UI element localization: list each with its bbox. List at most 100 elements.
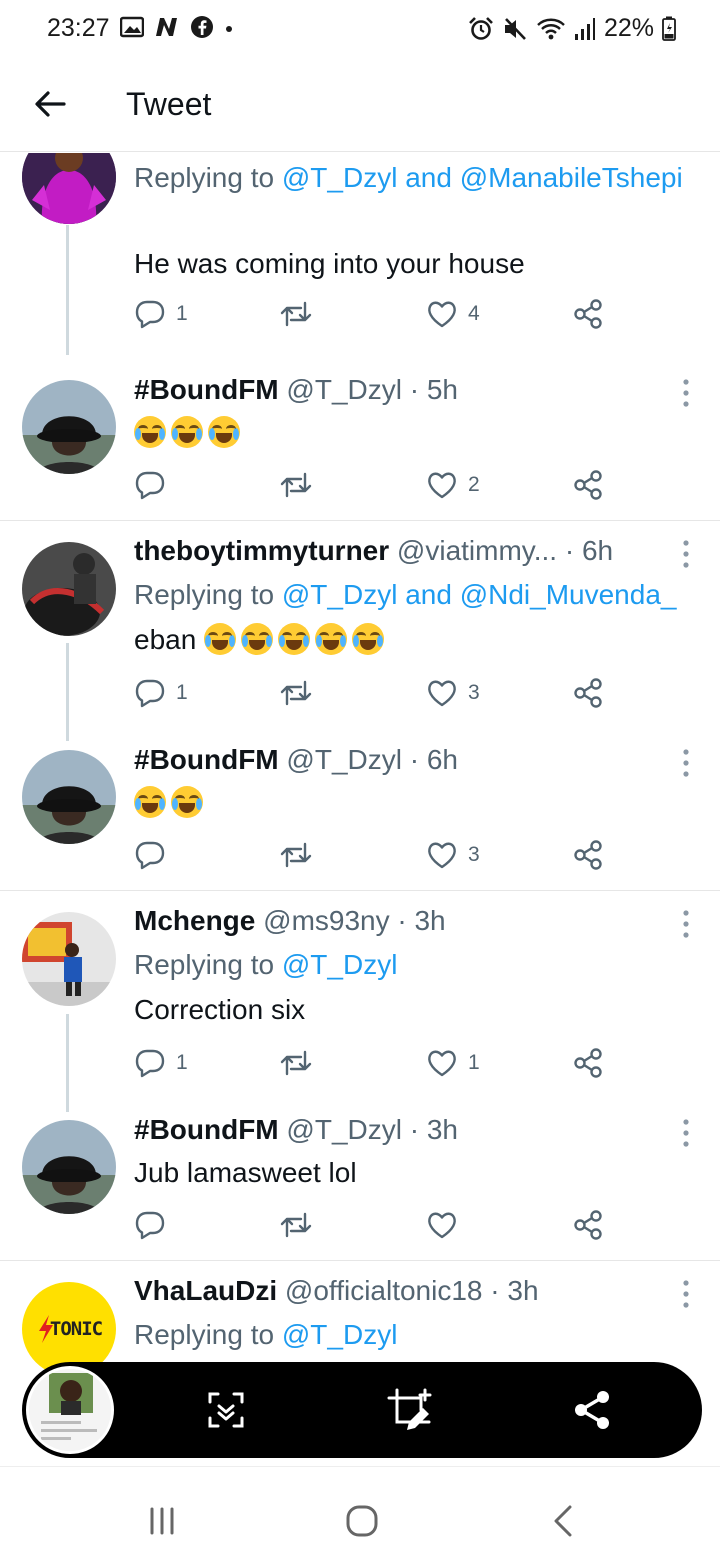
mention-link[interactable]: @T_Dzyl and @Ndi_Muvenda_	[282, 579, 677, 610]
more-vertical-icon[interactable]	[676, 748, 696, 778]
more-vertical-icon[interactable]	[676, 909, 696, 939]
share-button[interactable]	[572, 673, 604, 713]
more-vertical-icon[interactable]	[676, 378, 696, 408]
facebook-icon	[191, 16, 213, 38]
back-arrow-icon[interactable]	[30, 84, 70, 124]
tweet-text: Correction six	[134, 994, 306, 1025]
heart-icon	[428, 472, 456, 499]
tweet-item[interactable]: #BoundFM @T_Dzyl · 3h Jub lamasweet lol	[0, 1097, 720, 1261]
retweet-button[interactable]	[279, 673, 313, 713]
tweet-text: Jub lamasweet lol	[134, 1157, 357, 1188]
more-vertical-icon[interactable]	[676, 539, 696, 569]
like-button[interactable]: 2	[426, 465, 480, 505]
screenshot-toolbar	[22, 1362, 702, 1458]
tweet-actions: 2	[134, 465, 614, 505]
like-button[interactable]: 4	[426, 294, 480, 334]
notification-icons	[120, 15, 234, 39]
like-button[interactable]: 3	[426, 673, 480, 713]
avatar[interactable]	[22, 380, 116, 474]
battery-icon	[662, 16, 676, 41]
system-nav-bar	[0, 1466, 720, 1560]
retweet-button[interactable]	[279, 294, 313, 334]
heart-icon	[428, 842, 456, 869]
mention-link[interactable]: @T_Dzyl	[282, 1319, 398, 1350]
nav-back-icon[interactable]	[542, 1499, 586, 1543]
crop-edit-icon[interactable]	[385, 1386, 433, 1434]
avatar[interactable]	[22, 542, 116, 636]
retweet-button[interactable]	[279, 1043, 313, 1083]
handle-time: @viatimmy... · 6h	[389, 535, 614, 566]
more-vertical-icon[interactable]	[676, 1279, 696, 1309]
reply-bubble-icon	[135, 841, 165, 870]
retweet-icon	[280, 680, 312, 706]
laughing-emoji-icon	[241, 623, 274, 655]
tweet-feed[interactable]: Replying to @T_Dzyl and @ManabileTshepi …	[0, 153, 720, 1388]
share-button[interactable]	[572, 1205, 604, 1245]
replying-label: Replying to	[134, 162, 282, 193]
n-app-icon	[156, 18, 177, 36]
home-icon[interactable]	[340, 1499, 384, 1543]
tweet-author: theboytimmyturner @viatimmy... · 6h	[134, 535, 613, 567]
system-icons: 22%	[468, 14, 676, 43]
mention-link[interactable]: @T_Dzyl and @ManabileTshepi	[282, 162, 683, 193]
reply-bubble-icon	[135, 1049, 165, 1078]
avatar[interactable]	[22, 153, 116, 224]
avatar[interactable]	[22, 1120, 116, 1214]
reply-button[interactable]	[134, 1205, 166, 1245]
replying-label: Replying to	[134, 579, 282, 610]
screenshot-thumbnail[interactable]	[26, 1366, 114, 1454]
like-count: 2	[468, 473, 480, 496]
handle-time: @T_Dzyl · 3h	[278, 1114, 458, 1145]
like-button[interactable]: 3	[426, 835, 480, 875]
display-name[interactable]: #BoundFM	[134, 374, 279, 405]
scroll-capture-icon[interactable]	[202, 1386, 250, 1434]
retweet-button[interactable]	[279, 835, 313, 875]
tweet-text: eban	[134, 620, 389, 660]
like-button[interactable]: 1	[426, 1043, 480, 1083]
share-button[interactable]	[572, 294, 604, 334]
like-count: 3	[468, 681, 480, 704]
share-button[interactable]	[572, 1043, 604, 1083]
handle-time: @T_Dzyl · 6h	[278, 744, 458, 775]
replying-label: Replying to	[134, 1319, 282, 1350]
reply-bubble-icon	[135, 300, 165, 329]
share-icon[interactable]	[568, 1386, 616, 1434]
mention-link[interactable]: @T_Dzyl	[282, 949, 398, 980]
recents-icon[interactable]	[140, 1499, 184, 1543]
display-name[interactable]: VhaLauDzi	[134, 1275, 277, 1306]
wifi-icon	[537, 18, 565, 39]
display-name[interactable]: #BoundFM	[134, 1114, 279, 1145]
retweet-icon	[280, 842, 312, 868]
retweet-button[interactable]	[279, 465, 313, 505]
more-vertical-icon[interactable]	[676, 1118, 696, 1148]
thread-line	[66, 225, 69, 355]
heart-icon	[428, 680, 456, 707]
display-name[interactable]: Mchenge	[134, 905, 255, 936]
replying-to: Replying to @T_Dzyl	[134, 1315, 704, 1355]
reply-button[interactable]: 1	[134, 1043, 188, 1083]
reply-button[interactable]: 1	[134, 673, 188, 713]
avatar[interactable]	[22, 750, 116, 844]
tweet-actions: 1 1	[134, 1043, 614, 1083]
display-name[interactable]: theboytimmyturner	[134, 535, 389, 566]
tweet-item[interactable]: #BoundFM @T_Dzyl · 5h 2	[0, 353, 720, 521]
laughing-emoji-icon	[171, 786, 203, 818]
laughing-emoji-icon	[204, 623, 237, 655]
share-button[interactable]	[572, 465, 604, 505]
reply-button[interactable]	[134, 465, 166, 505]
tweet-item[interactable]: theboytimmyturner @viatimmy... · 6h Repl…	[0, 522, 720, 741]
avatar[interactable]	[22, 912, 116, 1006]
tweet-item[interactable]: #BoundFM @T_Dzyl · 6h 3	[0, 727, 720, 891]
retweet-button[interactable]	[279, 1205, 313, 1245]
tweet-item[interactable]: Replying to @T_Dzyl and @ManabileTshepi …	[0, 153, 720, 355]
gallery-icon	[120, 16, 144, 38]
retweet-icon	[280, 1050, 312, 1076]
reply-button[interactable]	[134, 835, 166, 875]
reply-button[interactable]: 1	[134, 294, 188, 334]
share-button[interactable]	[572, 835, 604, 875]
tweet-item[interactable]: Mchenge @ms93ny · 3h Replying to @T_Dzyl…	[0, 892, 720, 1112]
replying-to: Replying to @T_Dzyl and @Ndi_Muvenda_	[134, 575, 714, 615]
like-button[interactable]	[426, 1205, 458, 1245]
display-name[interactable]: #BoundFM	[134, 744, 279, 775]
tweet-text	[134, 783, 208, 823]
